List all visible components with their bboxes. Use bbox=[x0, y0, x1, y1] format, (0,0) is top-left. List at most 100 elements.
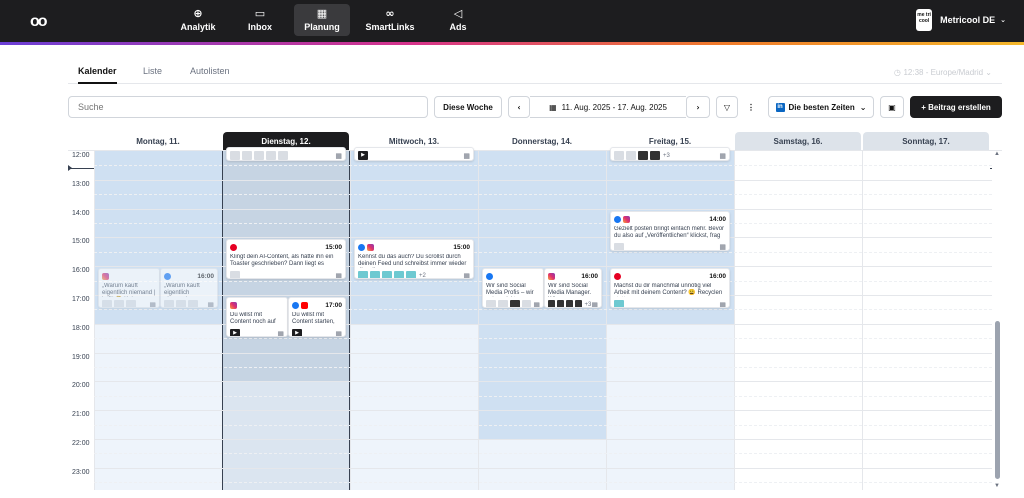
create-post-button[interactable]: + Beitrag erstellen bbox=[910, 96, 1002, 118]
post-card[interactable]: 14:00 Gezielt posten bringt einfach mehr.… bbox=[610, 210, 730, 251]
hour-gridline bbox=[94, 467, 992, 469]
calendar-grid: ▲ ▼ 12:00 13:00 14:00 15:00 16:00 17:00 18:00 1… bbox=[68, 147, 1002, 490]
hour-label: 17:00 bbox=[72, 296, 90, 303]
post-card[interactable]: 15:00 Kennst du das auch? Du scrollst dur… bbox=[354, 239, 474, 280]
youtube-icon bbox=[301, 302, 308, 309]
hour-label: 12:00 bbox=[72, 152, 90, 159]
more-options-button[interactable]: ⋮ bbox=[740, 96, 762, 118]
image-thumbnail bbox=[574, 300, 582, 308]
post-card[interactable]: +3 ▦ bbox=[610, 147, 730, 161]
account-switcher[interactable]: me tri cool Metricool DE ⌄ bbox=[916, 9, 1006, 31]
post-card[interactable]: Wir sind Social Media Profis – wir rette… bbox=[482, 268, 544, 309]
nav-item-smartlinks[interactable]: ∞ SmartLinks bbox=[356, 4, 424, 36]
calendar-grid-icon: ▦ bbox=[149, 300, 156, 309]
nav-item-planung[interactable]: ▦ Planung bbox=[294, 4, 350, 36]
kebab-menu-icon: ⋮ bbox=[747, 102, 755, 112]
post-text: Klingt dein AI-Content, als hätte ihn ei… bbox=[230, 254, 334, 268]
timezone-selector[interactable]: ◷ 12:38 - Europe/Madrid ⌄ bbox=[894, 68, 992, 77]
post-card[interactable]: 15:00 Klingt dein AI-Content, als hätte i… bbox=[226, 239, 346, 280]
nav-item-inbox[interactable]: ▭ Inbox bbox=[232, 4, 288, 36]
hour-gridline bbox=[94, 237, 992, 239]
post-card[interactable]: ▶ ▦ bbox=[354, 147, 474, 161]
post-media-thumbnails: ▦ bbox=[102, 300, 156, 308]
half-hour-gridline bbox=[94, 338, 992, 340]
date-range-picker[interactable]: ▦ 11. Aug. 2025 - 17. Aug. 2025 bbox=[530, 96, 686, 118]
post-card-header bbox=[102, 272, 156, 281]
post-card[interactable]: 16:00 Machst du dir manchmal unnötig viel… bbox=[610, 268, 730, 309]
post-text: Du willst mit Content starten, aber wart… bbox=[292, 312, 335, 325]
search-input[interactable] bbox=[68, 96, 428, 118]
facebook-icon bbox=[358, 244, 365, 252]
top-navigation-bar: oo ⊕ Analytik ▭ Inbox ▦ Planung ∞ SmartLinks ◁ Ad… bbox=[0, 0, 1024, 42]
post-card-header: 16:00 bbox=[614, 272, 726, 281]
image-thumbnail bbox=[358, 271, 368, 279]
image-thumbnail bbox=[614, 300, 624, 308]
calendar-grid-icon: ▦ bbox=[463, 151, 470, 160]
nav-item-analytik[interactable]: ⊕ Analytik bbox=[170, 4, 226, 36]
calendar-scrollbar[interactable]: ▲ ▼ bbox=[994, 151, 1002, 490]
nav-item-label: Analytik bbox=[180, 22, 216, 32]
half-hour-gridline bbox=[94, 223, 992, 224]
brand-avatar: me tri cool bbox=[916, 9, 933, 31]
post-card[interactable]: 16:00 „Warum kauft eigentlich niemand ▦ bbox=[160, 268, 218, 309]
best-times-dropdown[interactable]: in Die besten Zeiten ⌄ bbox=[768, 96, 874, 118]
post-card-header bbox=[230, 301, 284, 310]
tab-liste[interactable]: Liste bbox=[143, 66, 162, 84]
facebook-icon bbox=[164, 273, 171, 281]
post-card[interactable]: 17:00 Du willst mit Content starten, aber… bbox=[288, 297, 346, 337]
post-card[interactable]: Du willst mit Content noch auf perfekte … bbox=[226, 297, 288, 337]
post-card[interactable]: ▦ bbox=[226, 147, 346, 161]
filter-button[interactable]: ▽ bbox=[716, 96, 738, 118]
hour-label: 14:00 bbox=[72, 209, 90, 217]
image-thumbnail bbox=[126, 300, 136, 308]
post-time: 16:00 bbox=[709, 273, 726, 281]
calendar-grid-icon: ▦ bbox=[719, 243, 726, 251]
scroll-up-icon[interactable]: ▲ bbox=[994, 151, 1000, 157]
best-times-label: Die besten Zeiten bbox=[788, 102, 855, 112]
video-thumbnail-icon: ▶ bbox=[230, 329, 240, 336]
tab-kalender[interactable]: Kalender bbox=[78, 66, 117, 84]
half-hour-gridline bbox=[94, 395, 992, 397]
scrollbar-thumb[interactable] bbox=[995, 321, 1000, 479]
instagram-icon bbox=[230, 302, 237, 309]
day-header: Donnerstag, 14. bbox=[511, 136, 572, 146]
post-media-thumbnails: +2 ▦ bbox=[358, 271, 470, 279]
metricool-logo-icon[interactable]: oo bbox=[30, 13, 47, 31]
previous-week-button[interactable]: ‹ bbox=[508, 96, 530, 118]
post-media-thumbnails: ▦ bbox=[164, 300, 214, 308]
media-library-button[interactable]: ▣ bbox=[880, 96, 904, 118]
post-text: Gezielt posten bringt einfach mehr. Bevo… bbox=[614, 225, 725, 239]
image-thumbnail bbox=[614, 151, 624, 160]
this-week-button[interactable]: Diese Woche bbox=[434, 96, 502, 118]
post-card-header: 17:00 bbox=[292, 301, 342, 310]
instagram-icon bbox=[102, 273, 109, 281]
pinterest-icon bbox=[230, 244, 237, 252]
next-week-button[interactable]: › bbox=[686, 96, 710, 118]
image-thumbnail bbox=[114, 300, 124, 308]
post-time: 15:00 bbox=[325, 244, 342, 252]
image-thumbnail bbox=[266, 151, 276, 160]
post-card[interactable]: 16:00 Wir sind Social Media Manager. Wir +… bbox=[544, 268, 602, 309]
calendar-grid-icon: ▦ bbox=[335, 329, 342, 337]
image-thumbnail bbox=[278, 151, 288, 160]
image-thumbnail bbox=[188, 300, 198, 308]
day-header: Montag, 11. bbox=[136, 136, 180, 146]
tab-autolisten[interactable]: Autolisten bbox=[190, 66, 230, 84]
account-name: Metricool DE bbox=[940, 15, 996, 25]
hour-gridline bbox=[94, 352, 992, 354]
instagram-icon bbox=[548, 273, 555, 281]
post-card[interactable]: „Warum kauft eigentlich niemand | ist?“ … bbox=[98, 268, 160, 309]
instagram-icon bbox=[367, 244, 374, 252]
link-icon: ∞ bbox=[385, 7, 395, 20]
post-text: Machst du dir manchmal unnötig viel Arbe… bbox=[614, 283, 723, 297]
nav-item-ads[interactable]: ◁ Ads bbox=[430, 4, 486, 36]
hour-label: 21:00 bbox=[72, 411, 90, 419]
brand-gradient-strip bbox=[0, 42, 1024, 45]
image-thumbnail bbox=[254, 151, 264, 160]
post-media-thumbnails: ▦ bbox=[230, 271, 342, 279]
chevron-down-icon: ⌄ bbox=[859, 102, 867, 112]
image-thumbnail bbox=[102, 300, 112, 308]
day-header: Samstag, 16. bbox=[735, 132, 861, 150]
hour-label: 16:00 bbox=[72, 267, 90, 275]
scroll-down-icon[interactable]: ▼ bbox=[994, 483, 1000, 489]
